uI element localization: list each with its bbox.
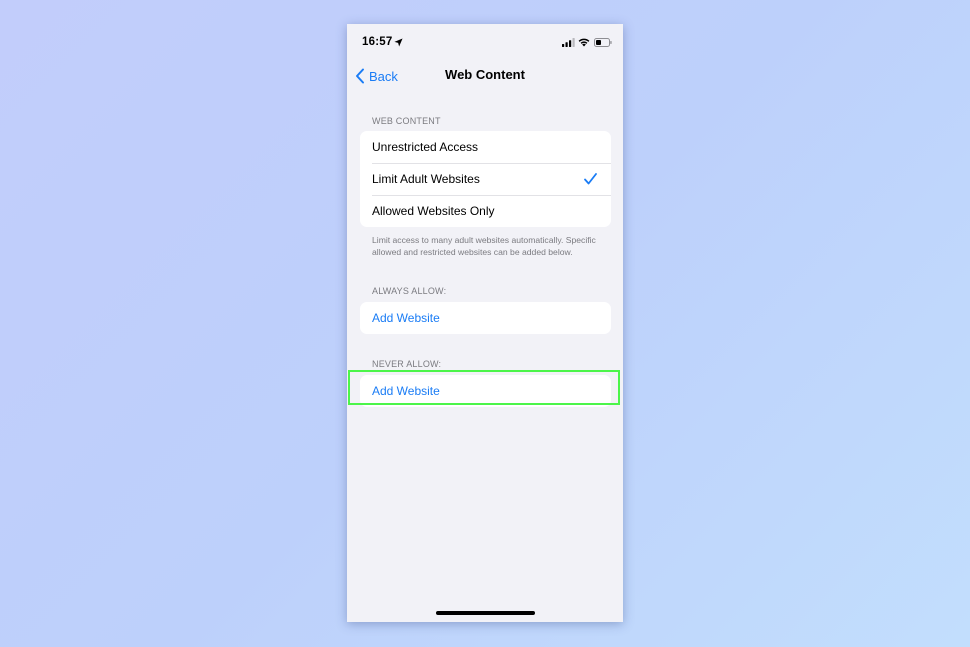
option-unrestricted-access[interactable]: Unrestricted Access: [360, 131, 611, 163]
status-time: 16:57: [362, 36, 393, 48]
option-label: Unrestricted Access: [372, 140, 479, 154]
always-allow-section-header: ALWAYS ALLOW:: [372, 286, 447, 296]
always-allow-group: Add Website: [360, 302, 611, 334]
page-title: Web Content: [445, 67, 525, 82]
never-allow-add-website-button[interactable]: Add Website: [360, 375, 611, 407]
web-content-footer-text: Limit access to many adult websites auto…: [372, 235, 596, 257]
status-bar: 16:57: [347, 24, 623, 60]
home-indicator: [436, 611, 535, 615]
location-arrow-icon: [394, 38, 403, 47]
always-allow-add-website-button[interactable]: Add Website: [360, 302, 611, 334]
wifi-icon: [578, 38, 590, 47]
web-content-options-group: Unrestricted Access Limit Adult Websites…: [360, 131, 611, 227]
checkmark-icon: [584, 173, 597, 185]
web-content-section-header: WEB CONTENT: [372, 116, 441, 126]
cellular-signal-icon: [562, 38, 575, 47]
add-website-label: Add Website: [372, 384, 440, 398]
option-label: Allowed Websites Only: [372, 204, 495, 218]
navigation-bar: Back Web Content: [347, 60, 623, 90]
battery-icon: [594, 38, 612, 47]
add-website-label: Add Website: [372, 311, 440, 325]
never-allow-section-header: NEVER ALLOW:: [372, 359, 442, 369]
option-allowed-websites-only[interactable]: Allowed Websites Only: [360, 195, 611, 227]
never-allow-group: Add Website: [360, 375, 611, 407]
option-label: Limit Adult Websites: [372, 172, 480, 186]
phone-screen: 16:57 Back Web Content WEB CONTENT Unres…: [347, 24, 623, 622]
option-limit-adult-websites[interactable]: Limit Adult Websites: [360, 163, 611, 195]
